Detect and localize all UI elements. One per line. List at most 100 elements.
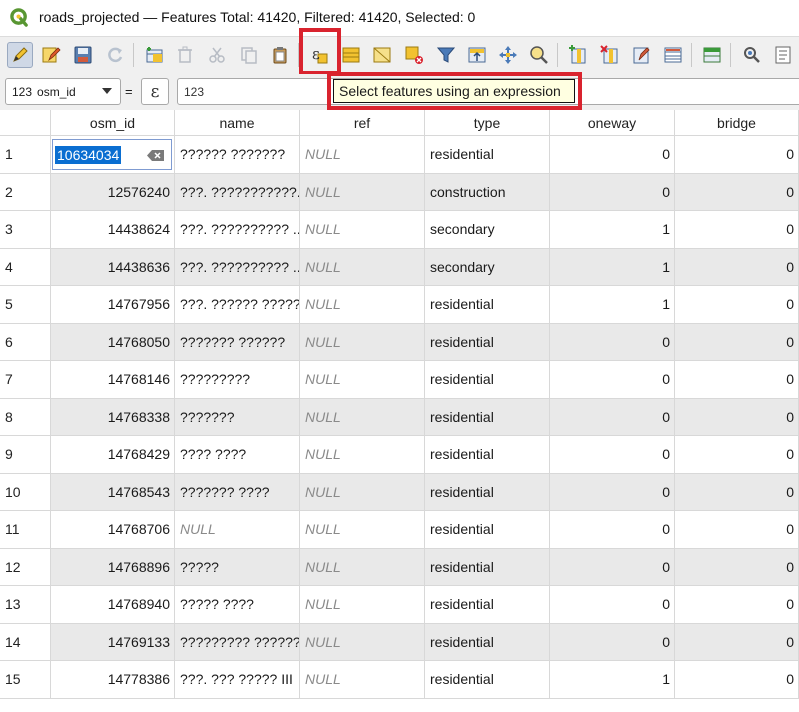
cell-editor[interactable]: 10634034 (52, 139, 172, 170)
row-number[interactable]: 13 (0, 586, 51, 624)
row-number[interactable]: 9 (0, 436, 51, 474)
deselect-all-button[interactable] (401, 42, 427, 68)
cell-type[interactable]: residential (425, 286, 550, 324)
cell-bridge[interactable]: 0 (675, 548, 799, 586)
cell-ref[interactable]: NULL (300, 173, 425, 211)
multi-edit-button[interactable] (38, 42, 64, 68)
cell-ref[interactable]: NULL (300, 211, 425, 249)
conditional-formatting-button[interactable] (660, 42, 686, 68)
row-number[interactable]: 1 (0, 136, 51, 174)
cell-name[interactable]: ???. ?????????? ... (175, 248, 300, 286)
cell-type[interactable]: residential (425, 511, 550, 549)
cell-type[interactable]: residential (425, 623, 550, 661)
row-number[interactable]: 14 (0, 623, 51, 661)
row-number[interactable]: 10 (0, 473, 51, 511)
move-selection-top-button[interactable] (464, 42, 490, 68)
cell-oneway[interactable]: 0 (550, 511, 675, 549)
table-row[interactable]: 8 14768338??????? NULL residential 0 0 (0, 398, 799, 436)
cell-ref[interactable]: NULL (300, 136, 425, 174)
clear-input-icon[interactable] (147, 149, 165, 162)
table-row[interactable]: 12 14768896????? NULL residential 0 0 (0, 548, 799, 586)
cell-oneway[interactable]: 0 (550, 136, 675, 174)
cell-bridge[interactable]: 0 (675, 473, 799, 511)
toggle-editing-button[interactable] (7, 42, 33, 68)
table-row[interactable]: 13 14768940????? ???? NULL residential 0 0 (0, 586, 799, 624)
pan-to-selection-button[interactable] (495, 42, 521, 68)
open-field-calculator-button[interactable] (628, 42, 654, 68)
cell-osm-id[interactable]: 12576240 (51, 173, 175, 211)
row-number[interactable]: 5 (0, 286, 51, 324)
row-number[interactable]: 11 (0, 511, 51, 549)
cell-name[interactable]: ??????? (175, 398, 300, 436)
cell-oneway[interactable]: 1 (550, 661, 675, 699)
row-number[interactable]: 3 (0, 211, 51, 249)
cell-type[interactable]: residential (425, 586, 550, 624)
cell-ref[interactable]: NULL (300, 473, 425, 511)
cell-type[interactable]: residential (425, 661, 550, 699)
cell-bridge[interactable]: 0 (675, 661, 799, 699)
table-row[interactable]: 14 14769133????????? ?????? NULL residentia… (0, 623, 799, 661)
cell-bridge[interactable]: 0 (675, 361, 799, 399)
form-view-button[interactable] (770, 42, 796, 68)
column-header-type[interactable]: type (425, 110, 550, 136)
cell-ref[interactable]: NULL (300, 548, 425, 586)
cell-ref[interactable]: NULL (300, 361, 425, 399)
cell-type[interactable]: residential (425, 361, 550, 399)
cell-name[interactable]: ????? (175, 548, 300, 586)
new-field-button[interactable] (565, 42, 591, 68)
row-number[interactable]: 7 (0, 361, 51, 399)
cell-osm-id[interactable]: 14768940 (51, 586, 175, 624)
cell-osm-id[interactable]: 14778386 (51, 661, 175, 699)
invert-selection-button[interactable] (369, 42, 395, 68)
cell-name[interactable]: ????? ???? (175, 586, 300, 624)
cut-button[interactable] (204, 42, 230, 68)
paste-button[interactable] (267, 42, 293, 68)
cell-bridge[interactable]: 0 (675, 436, 799, 474)
cell-bridge[interactable]: 0 (675, 211, 799, 249)
row-number[interactable]: 8 (0, 398, 51, 436)
cell-osm-id[interactable]: 14768543 (51, 473, 175, 511)
cell-bridge[interactable]: 0 (675, 323, 799, 361)
cell-name[interactable]: ????????? ?????? (175, 623, 300, 661)
cell-name[interactable]: ???? ???? (175, 436, 300, 474)
cell-bridge[interactable]: 0 (675, 586, 799, 624)
column-header-ref[interactable]: ref (300, 110, 425, 136)
table-row[interactable]: 3 14438624???. ?????????? ... NULL secondar… (0, 211, 799, 249)
cell-ref[interactable]: NULL (300, 511, 425, 549)
row-number[interactable]: 4 (0, 248, 51, 286)
table-row[interactable]: 4 14438636???. ?????????? ... NULL secondar… (0, 248, 799, 286)
row-number[interactable]: 12 (0, 548, 51, 586)
delete-selected-button[interactable] (172, 42, 198, 68)
select-all-button[interactable] (338, 42, 364, 68)
reload-button[interactable] (102, 42, 128, 68)
cell-oneway[interactable]: 1 (550, 248, 675, 286)
cell-osm-id[interactable]: 14438624 (51, 211, 175, 249)
column-header-osm-id[interactable]: osm_id (51, 110, 175, 136)
cell-bridge[interactable]: 0 (675, 511, 799, 549)
cell-type[interactable]: residential (425, 323, 550, 361)
cell-osm-id[interactable]: 14768706 (51, 511, 175, 549)
add-feature-button[interactable] (141, 42, 167, 68)
cell-type[interactable]: residential (425, 436, 550, 474)
cell-oneway[interactable]: 0 (550, 436, 675, 474)
cell-name[interactable]: NULL (175, 511, 300, 549)
cell-bridge[interactable]: 0 (675, 173, 799, 211)
cell-oneway[interactable]: 0 (550, 623, 675, 661)
cell-type[interactable]: secondary (425, 211, 550, 249)
cell-bridge[interactable]: 0 (675, 398, 799, 436)
table-row[interactable]: 5 14767956???. ?????? ?????? NULL residenti… (0, 286, 799, 324)
table-row[interactable]: 6 14768050??????? ?????? NULL residential 0 0 (0, 323, 799, 361)
field-select[interactable]: 123 osm_id (5, 78, 121, 105)
filter-select-button[interactable] (433, 42, 459, 68)
table-row[interactable]: 2 12576240???. ???????????... NULL construc… (0, 173, 799, 211)
cell-name[interactable]: ???. ???????????... (175, 173, 300, 211)
cell-type[interactable]: residential (425, 548, 550, 586)
cell-bridge[interactable]: 0 (675, 623, 799, 661)
table-row[interactable]: 11 14768706 NULL NULL residential 0 0 (0, 511, 799, 549)
cell-ref[interactable]: NULL (300, 398, 425, 436)
row-number[interactable]: 15 (0, 661, 51, 699)
cell-type[interactable]: residential (425, 473, 550, 511)
cell-type[interactable]: secondary (425, 248, 550, 286)
cell-osm-id[interactable]: 14767956 (51, 286, 175, 324)
dock-table-button[interactable] (699, 42, 725, 68)
